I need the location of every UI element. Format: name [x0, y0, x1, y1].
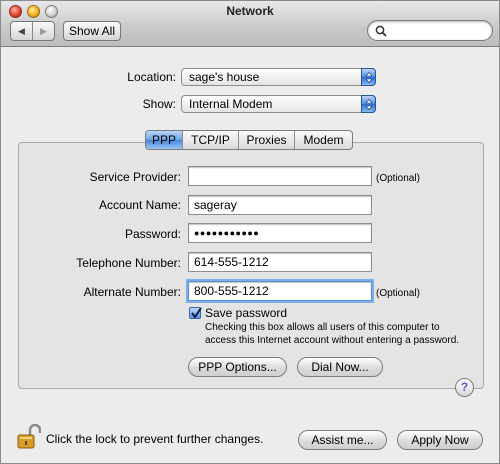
location-value: sage's house [189, 70, 260, 84]
service-provider-field[interactable] [188, 166, 372, 186]
account-name-field[interactable]: sageray [188, 195, 372, 215]
save-password-checkbox[interactable] [189, 307, 202, 319]
popup-arrows-icon [361, 68, 376, 86]
lock-instruction-text: Click the lock to prevent further change… [46, 432, 264, 446]
popup-arrows-icon [361, 95, 376, 113]
ppp-options-button[interactable]: PPP Options... [188, 357, 287, 377]
location-popup[interactable]: sage's house [181, 68, 376, 86]
password-label: Password: [124, 227, 181, 241]
service-provider-optional-note: (Optional) [376, 173, 420, 184]
show-popup[interactable]: Internal Modem [181, 95, 376, 113]
network-preferences-window: Network ◀ ▶ Show All Location: sage's ho… [0, 0, 500, 464]
help-button[interactable]: ? [455, 378, 474, 397]
checkmark-icon [191, 307, 202, 319]
search-icon [375, 25, 387, 37]
save-password-label: Save password [205, 306, 288, 320]
telephone-number-field[interactable]: 614-555-1212 [188, 252, 372, 272]
alternate-number-label: Alternate Number: [83, 285, 181, 299]
save-password-note-line1: Checking this box allows all users of th… [205, 322, 440, 333]
telephone-number-label: Telephone Number: [76, 256, 181, 270]
apply-now-button[interactable]: Apply Now [397, 430, 483, 450]
tab-bar: PPP TCP/IP Proxies Modem [145, 130, 353, 150]
forward-arrow-icon[interactable]: ▶ [32, 22, 54, 40]
alternate-number-optional-note: (Optional) [376, 288, 420, 299]
assist-me-button[interactable]: Assist me... [298, 430, 387, 450]
back-forward-group: ◀ ▶ [10, 21, 55, 41]
service-provider-label: Service Provider: [89, 170, 181, 184]
show-label: Show: [142, 97, 176, 111]
show-all-button[interactable]: Show All [63, 21, 121, 41]
show-value: Internal Modem [189, 97, 273, 111]
save-password-note-line2: access this Internet account without ent… [205, 335, 460, 346]
password-field[interactable]: ●●●●●●●●●●● [188, 223, 372, 243]
tab-proxies[interactable]: Proxies [238, 131, 294, 149]
save-password-note: Checking this box allows all users of th… [205, 321, 475, 347]
tab-ppp[interactable]: PPP [146, 131, 182, 149]
dial-now-button[interactable]: Dial Now... [297, 357, 383, 377]
back-arrow-icon[interactable]: ◀ [11, 22, 32, 40]
title-toolbar: Network ◀ ▶ Show All [1, 1, 499, 47]
tab-tcp-ip[interactable]: TCP/IP [182, 131, 238, 149]
unlocked-padlock-icon[interactable] [17, 424, 41, 450]
tab-modem[interactable]: Modem [294, 131, 352, 149]
search-field[interactable] [367, 20, 493, 41]
alternate-number-field[interactable]: 800-555-1212 [188, 281, 372, 301]
window-title: Network [226, 4, 274, 18]
account-name-label: Account Name: [98, 198, 181, 212]
location-label: Location: [127, 70, 176, 84]
